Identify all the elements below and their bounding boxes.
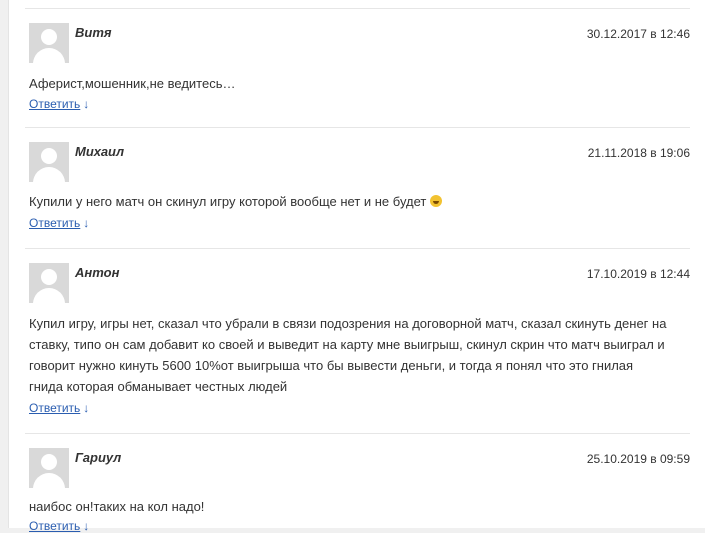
comment-text-content: Купили у него матч он скинул игру которо… bbox=[29, 194, 427, 209]
comment-author: Витя bbox=[75, 25, 112, 40]
reply-label: Ответить bbox=[29, 519, 81, 533]
reply-link[interactable]: Ответить ↓ bbox=[29, 216, 89, 230]
avatar bbox=[29, 23, 69, 63]
reply-label: Ответить bbox=[29, 216, 81, 230]
comment-date: 17.10.2019 в 12:44 bbox=[586, 267, 690, 281]
avatar-head-shape bbox=[41, 29, 57, 45]
avatar bbox=[29, 263, 69, 303]
laughing-face-icon bbox=[430, 195, 443, 207]
avatar-body-shape bbox=[33, 288, 65, 303]
comment: Гариул 25.10.2019 в 09:59 наибос он!таки… bbox=[25, 433, 690, 533]
comment-author: Михаил bbox=[75, 144, 125, 159]
reply-label: Ответить bbox=[29, 401, 81, 415]
reply-link[interactable]: Ответить ↓ bbox=[29, 97, 89, 111]
avatar bbox=[29, 448, 69, 488]
comment-date: 30.12.2017 в 12:46 bbox=[586, 27, 690, 41]
comment-date: 21.11.2018 в 19:06 bbox=[587, 146, 690, 160]
comment: Михаил 21.11.2018 в 19:06 Купили у него … bbox=[25, 127, 690, 248]
arrow-down-icon: ↓ bbox=[83, 519, 90, 533]
comment-author: Антон bbox=[75, 265, 120, 280]
comment-text: Купили у него матч он скинул игру которо… bbox=[29, 191, 686, 212]
avatar bbox=[29, 142, 69, 182]
avatar-body-shape bbox=[33, 167, 65, 182]
comments-panel: Витя 30.12.2017 в 12:46 Аферист,мошенник… bbox=[8, 0, 705, 533]
reply-link[interactable]: Ответить ↓ bbox=[29, 401, 89, 415]
comment-text: наибос он!таких на кол надо! bbox=[29, 499, 205, 514]
arrow-down-icon: ↓ bbox=[83, 97, 90, 111]
arrow-down-icon: ↓ bbox=[83, 216, 90, 230]
comment-author: Гариул bbox=[75, 450, 122, 465]
avatar-head-shape bbox=[41, 454, 57, 470]
arrow-down-icon: ↓ bbox=[83, 401, 90, 415]
reply-link[interactable]: Ответить ↓ bbox=[29, 519, 89, 533]
comment-text: Аферист,мошенник,не ведитесь… bbox=[29, 76, 236, 91]
comment-date: 25.10.2019 в 09:59 bbox=[586, 452, 690, 466]
avatar-head-shape bbox=[41, 148, 57, 164]
avatar-head-shape bbox=[41, 269, 57, 285]
avatar-body-shape bbox=[33, 473, 65, 488]
comment: Витя 30.12.2017 в 12:46 Аферист,мошенник… bbox=[25, 8, 690, 127]
avatar-body-shape bbox=[33, 48, 65, 63]
comment-text: Купил игру, игры нет, сказал что убрали … bbox=[29, 316, 667, 394]
reply-label: Ответить bbox=[29, 97, 81, 111]
comment: Антон 17.10.2019 в 12:44 Купил игру, игр… bbox=[25, 248, 690, 433]
